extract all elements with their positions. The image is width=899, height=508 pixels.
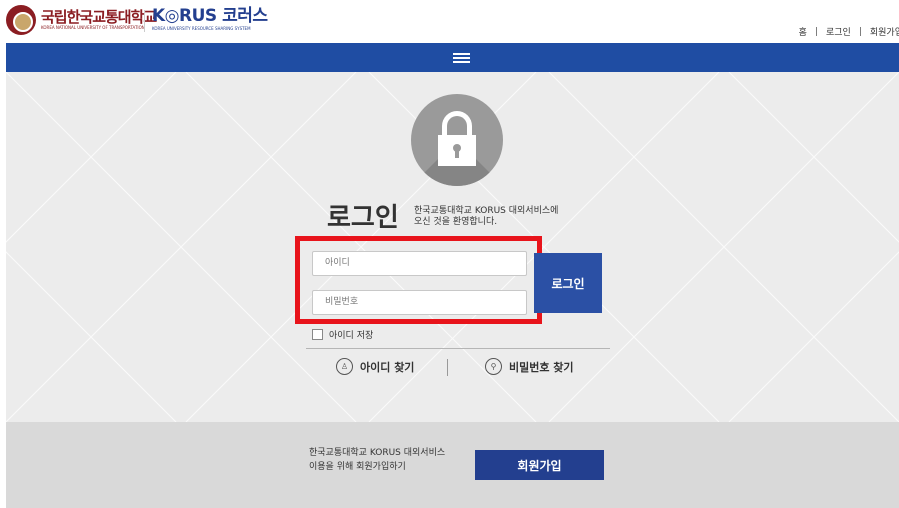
university-emblem-icon — [6, 5, 36, 35]
login-title: 로그인 — [327, 203, 399, 233]
welcome-line-1: 한국교통대학교 KORUS 대외서비스에 — [414, 206, 559, 216]
korus-name: K◎RUS 코러스 — [152, 6, 268, 26]
hamburger-menu-icon[interactable] — [453, 53, 470, 63]
logo-divider — [144, 10, 145, 32]
nav-home-link[interactable]: 홈 — [799, 25, 807, 38]
nav-separator: | — [814, 26, 818, 37]
nav-signup-link[interactable]: 회원가입 — [870, 25, 899, 38]
korus-english-name: KOREA UNIVERSITY RESOURCE SHARING SYSTEM — [152, 26, 251, 31]
top-nav: 홈 | 로그인 | 회원가입 — [799, 25, 899, 39]
find-id-label: 아이디 찾기 — [360, 360, 415, 374]
search-icon: ⚲ — [485, 358, 502, 375]
university-logo-text: 국립한국교통대학교 KOREA NATIONAL UNIVERSITY OF T… — [41, 8, 157, 31]
save-id-label: 아이디 저장 — [329, 331, 374, 341]
user-search-icon: ♙ — [336, 358, 353, 375]
signup-button[interactable]: 회원가입 — [475, 450, 604, 480]
welcome-message: 한국교통대학교 KORUS 대외서비스에 오신 것을 환영합니다. — [414, 206, 558, 228]
site-header: 국립한국교통대학교 KOREA NATIONAL UNIVERSITY OF T… — [0, 0, 899, 43]
signup-line-1: 한국교통대학교 KORUS 대외서비스 — [309, 448, 446, 458]
login-section: 로그인 한국교통대학교 KORUS 대외서비스에 오신 것을 환영합니다. 아이… — [6, 72, 899, 422]
university-english-name: KOREA NATIONAL UNIVERSITY OF TRANSPORTAT… — [41, 25, 145, 30]
divider-line — [306, 348, 610, 349]
link-separator — [447, 359, 448, 376]
nav-separator: | — [858, 26, 862, 37]
find-password-label: 비밀번호 찾기 — [509, 360, 574, 374]
find-id-link[interactable]: ♙ 아이디 찾기 — [336, 358, 414, 375]
university-name: 국립한국교통대학교 — [41, 8, 157, 26]
save-id-option[interactable]: 아이디 저장 — [312, 328, 373, 341]
nav-login-link[interactable]: 로그인 — [826, 25, 851, 38]
welcome-line-2: 오신 것을 환영합니다. — [414, 217, 498, 227]
find-password-link[interactable]: ⚲ 비밀번호 찾기 — [485, 358, 574, 375]
save-id-checkbox[interactable] — [312, 329, 323, 340]
signup-banner: 한국교통대학교 KORUS 대외서비스 이용을 위해 회원가입하기 회원가입 — [6, 422, 899, 508]
korus-logo[interactable]: K◎RUS 코러스 KOREA UNIVERSITY RESOURCE SHAR… — [152, 6, 268, 32]
highlight-box — [295, 236, 542, 324]
menu-bar — [6, 43, 899, 72]
login-button[interactable]: 로그인 — [534, 253, 602, 313]
university-logo[interactable]: 국립한국교통대학교 KOREA NATIONAL UNIVERSITY OF T… — [6, 5, 157, 35]
lock-icon — [411, 94, 503, 186]
signup-line-2: 이용을 위해 회원가입하기 — [309, 462, 406, 472]
signup-message: 한국교통대학교 KORUS 대외서비스 이용을 위해 회원가입하기 — [309, 446, 445, 474]
